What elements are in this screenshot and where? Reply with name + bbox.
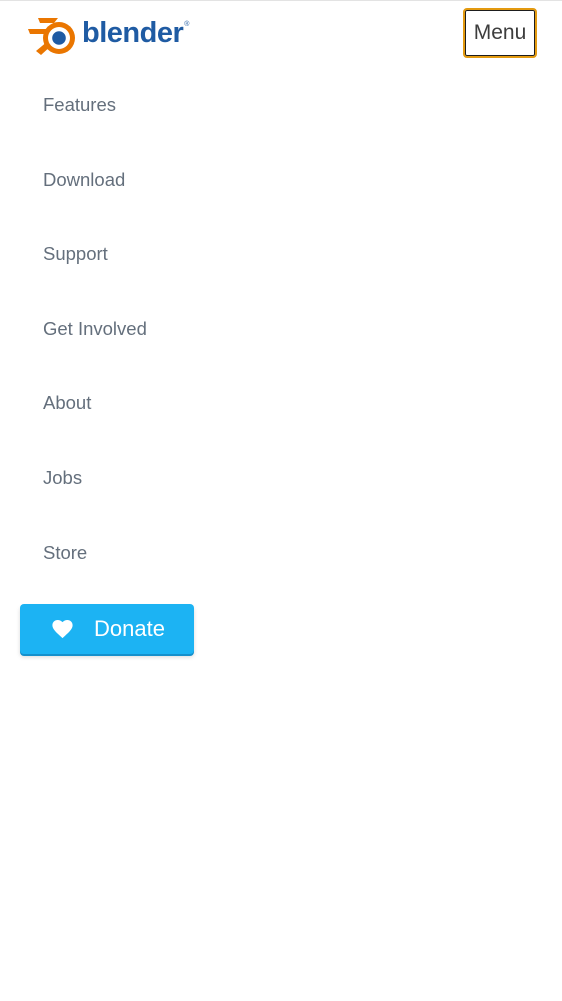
nav-item-jobs[interactable]: Jobs: [0, 441, 562, 516]
heart-icon: [52, 619, 73, 639]
registered-mark: ®: [184, 20, 190, 28]
nav-item-about[interactable]: About: [0, 366, 562, 441]
blender-logo-icon: [26, 11, 80, 57]
nav-item-support[interactable]: Support: [0, 217, 562, 292]
nav-item-features[interactable]: Features: [0, 68, 562, 143]
donate-label: Donate: [94, 616, 165, 641]
menu-button[interactable]: Menu: [463, 8, 537, 58]
main-nav: Features Download Support Get Involved A…: [0, 68, 562, 590]
nav-item-download[interactable]: Download: [0, 143, 562, 218]
nav-item-get-involved[interactable]: Get Involved: [0, 292, 562, 367]
nav-item-store[interactable]: Store: [0, 516, 562, 591]
blender-logo-link[interactable]: blender ®: [26, 11, 189, 57]
site-header: blender ® Menu: [0, 1, 562, 69]
blender-logo-wordmark: blender: [82, 16, 184, 49]
donate-button[interactable]: Donate: [20, 604, 194, 654]
